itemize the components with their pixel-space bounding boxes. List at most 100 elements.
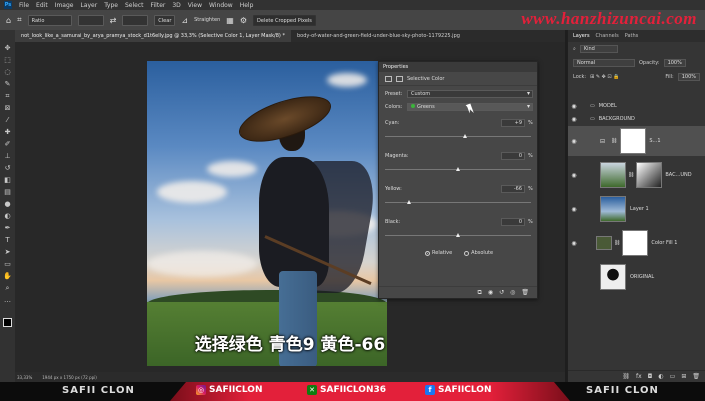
eye-icon[interactable]: ◉: [568, 116, 580, 123]
slider-yellow[interactable]: Yellow: -66%: [385, 180, 533, 213]
healing-tool-icon[interactable]: ✚: [2, 128, 13, 136]
layer-mask-thumbnail[interactable]: [622, 230, 649, 256]
menu-3d[interactable]: 3D: [172, 2, 180, 9]
add-mask-icon[interactable]: ◘: [648, 373, 653, 380]
quick-select-tool-icon[interactable]: ✎: [2, 80, 13, 88]
marquee-tool-icon[interactable]: ⬚: [2, 56, 13, 64]
reset-icon[interactable]: ↺: [499, 289, 504, 296]
tab-paths[interactable]: Paths: [625, 33, 639, 39]
preset-select[interactable]: Custom: [407, 89, 533, 98]
opacity-input[interactable]: 100%: [663, 59, 686, 67]
delete-cropped-checkbox[interactable]: Delete Cropped Pixels: [253, 14, 316, 26]
zoom-tool-icon[interactable]: ⌕: [2, 284, 13, 292]
layer-original[interactable]: ORIGINAL: [568, 262, 705, 292]
menu-edit[interactable]: Edit: [36, 2, 48, 9]
fill-input[interactable]: 100%: [677, 73, 700, 81]
menu-view[interactable]: View: [188, 2, 202, 9]
slider-knob[interactable]: [462, 134, 467, 138]
relative-radio[interactable]: Relative: [425, 250, 452, 256]
trash-icon[interactable]: 🗑: [692, 373, 700, 380]
eye-icon[interactable]: ◉: [568, 206, 580, 213]
brush-tool-icon[interactable]: ✐: [2, 140, 13, 148]
slider-knob[interactable]: [455, 167, 460, 171]
history-brush-icon[interactable]: ↺: [2, 164, 13, 172]
clip-to-layer-icon[interactable]: ⧉: [478, 289, 482, 297]
properties-title[interactable]: Properties: [379, 62, 537, 72]
dodge-tool-icon[interactable]: ◐: [2, 212, 13, 220]
document-image[interactable]: [147, 61, 387, 366]
type-tool-icon[interactable]: T: [2, 236, 13, 244]
slider-cyan[interactable]: Cyan: +9%: [385, 114, 533, 147]
slider-magenta[interactable]: Magenta: 0%: [385, 147, 533, 180]
move-tool-icon[interactable]: ✥: [2, 44, 13, 52]
layer-background-photo[interactable]: ◉ ⛓ BAC...UND: [568, 160, 705, 190]
foreground-color-swatch[interactable]: [3, 318, 12, 327]
menu-type[interactable]: Type: [104, 2, 118, 9]
tab-layers[interactable]: Layers: [573, 33, 590, 39]
slider-value-input[interactable]: +9: [501, 119, 525, 127]
eye-icon[interactable]: ◉: [568, 240, 580, 247]
slider-value-input[interactable]: 0: [501, 152, 525, 160]
eraser-tool-icon[interactable]: ◧: [2, 176, 13, 184]
slider-knob[interactable]: [455, 233, 460, 237]
layer-selective-color[interactable]: ◉ ⊟ ⛓ S...1: [568, 126, 705, 156]
tab-field-doc[interactable]: body-of-water-and-green-field-under-blue…: [291, 30, 466, 42]
menu-window[interactable]: Window: [209, 2, 233, 9]
crop-icon[interactable]: ⌗: [17, 15, 22, 25]
folder-icon[interactable]: ▭: [670, 373, 676, 380]
eye-icon[interactable]: ◉: [568, 172, 580, 179]
menu-layer[interactable]: Layer: [80, 2, 97, 9]
visibility-icon[interactable]: ◎: [510, 289, 515, 296]
new-layer-icon[interactable]: ⊞: [681, 373, 686, 380]
ratio-height-input[interactable]: [122, 14, 149, 26]
gradient-tool-icon[interactable]: ▤: [2, 188, 13, 196]
menu-filter[interactable]: Filter: [151, 2, 166, 9]
slider-black[interactable]: Black: 0%: [385, 213, 533, 246]
layer-1[interactable]: ◉ Layer 1: [568, 194, 705, 224]
ratio-width-input[interactable]: [77, 14, 104, 26]
tab-channels[interactable]: Channels: [596, 33, 619, 39]
frame-tool-icon[interactable]: ⊠: [2, 104, 13, 112]
zoom-level[interactable]: 33,33%: [17, 375, 32, 380]
path-select-icon[interactable]: ➤: [2, 248, 13, 256]
straighten-label[interactable]: Straighten: [194, 17, 220, 23]
layer-mask-thumbnail[interactable]: [620, 128, 647, 154]
eye-icon[interactable]: ◉: [568, 138, 580, 145]
menu-image[interactable]: Image: [55, 2, 74, 9]
gear-icon[interactable]: ⚙: [240, 16, 247, 25]
stamp-tool-icon[interactable]: ⊥: [2, 152, 13, 160]
layer-group-background[interactable]: ◉ ▭ BACKGROUND: [568, 113, 705, 125]
menu-file[interactable]: File: [19, 2, 29, 9]
swap-icon[interactable]: ⇄: [110, 16, 117, 25]
layer-mask-thumbnail[interactable]: [636, 162, 663, 188]
mask-icon[interactable]: [396, 75, 403, 82]
menu-select[interactable]: Select: [125, 2, 144, 9]
pen-tool-icon[interactable]: ✒: [2, 224, 13, 232]
eyedropper-tool-icon[interactable]: ⁄: [2, 116, 13, 124]
link-layers-icon[interactable]: ⛓: [622, 373, 630, 380]
blend-mode-select[interactable]: Normal: [573, 59, 635, 67]
shape-tool-icon[interactable]: ▭: [2, 260, 13, 268]
straighten-icon[interactable]: ⊿: [181, 16, 188, 25]
blur-tool-icon[interactable]: ●: [2, 200, 13, 208]
absolute-radio[interactable]: Absolute: [464, 250, 493, 256]
home-icon[interactable]: ⌂: [6, 16, 11, 25]
slider-track[interactable]: [385, 136, 531, 137]
slider-knob[interactable]: [407, 200, 412, 204]
kind-select[interactable]: Kind: [579, 45, 618, 53]
layer-group-model[interactable]: ◉ ▭ MODEL: [568, 100, 705, 112]
menu-help[interactable]: Help: [240, 2, 254, 9]
trash-icon[interactable]: 🗑: [521, 289, 529, 296]
tab-samurai-doc[interactable]: not_look_like_a_samurai_by_arya_pramya_s…: [15, 30, 291, 42]
lock-icons[interactable]: ⊞ ✎ ✥ ⊡ 🔒: [590, 74, 619, 80]
view-previous-icon[interactable]: ◉: [488, 289, 493, 296]
fx-icon[interactable]: fx: [636, 373, 642, 380]
adjustment-icon[interactable]: ◐: [658, 373, 663, 380]
lasso-tool-icon[interactable]: ◌: [2, 68, 13, 76]
slider-value-input[interactable]: -66: [501, 185, 525, 193]
slider-value-input[interactable]: 0: [501, 218, 525, 226]
layer-color-fill[interactable]: ◉ ⛓ Color Fill 1: [568, 228, 705, 258]
crop-tool-icon[interactable]: ⌗: [2, 92, 13, 100]
more-tools-icon[interactable]: …: [2, 296, 13, 304]
ratio-select[interactable]: Ratio: [27, 14, 72, 26]
